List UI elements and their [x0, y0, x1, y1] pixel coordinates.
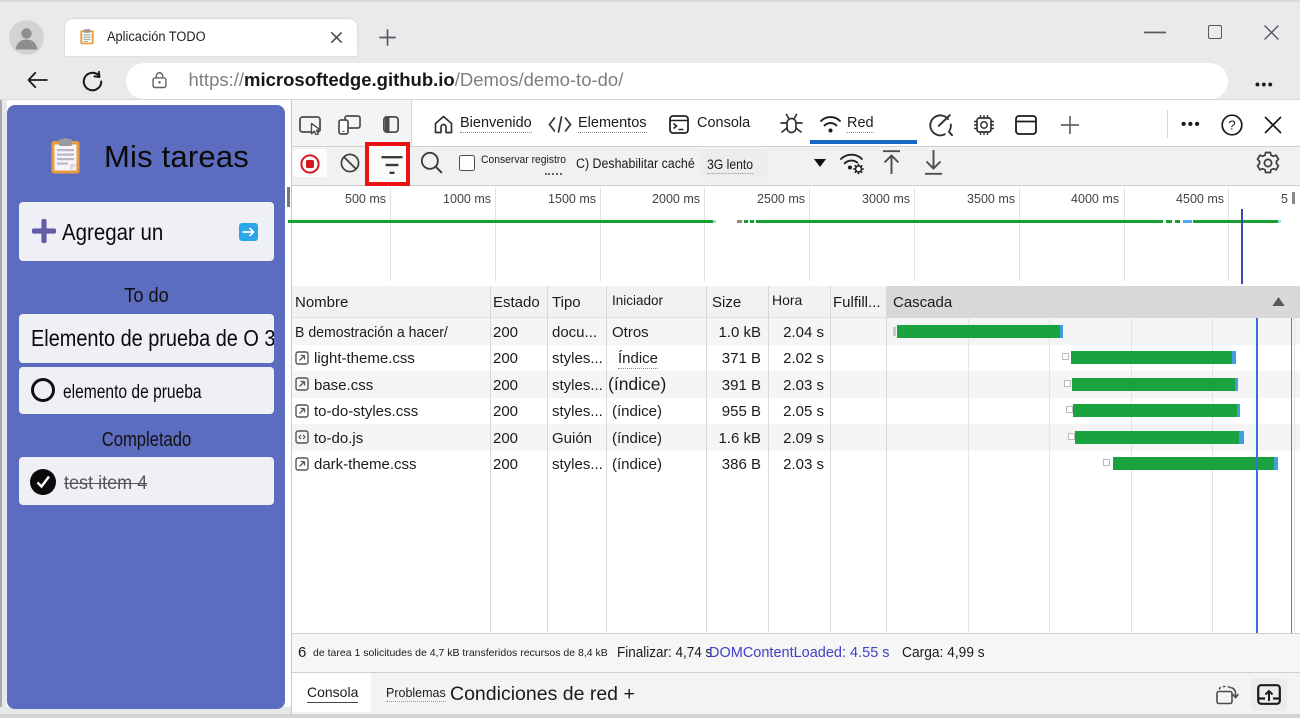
svg-text:?: ?	[1228, 118, 1235, 133]
